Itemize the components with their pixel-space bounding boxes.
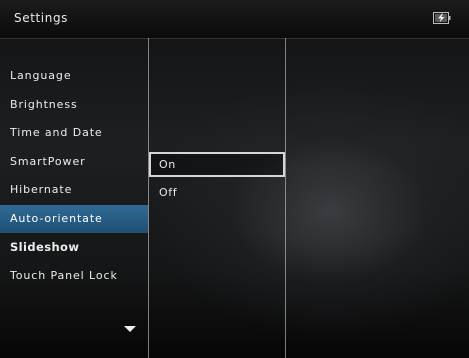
settings-menu: Language Brightness Time and Date SmartP… — [0, 62, 148, 290]
scroll-down-arrow-icon[interactable] — [124, 326, 136, 332]
settings-screen: Settings Language Brightness Time and Da… — [0, 0, 469, 358]
auto-orientate-options: On Off — [149, 152, 285, 208]
menu-item-smartpower[interactable]: SmartPower — [0, 148, 148, 177]
battery-charging-icon — [433, 12, 451, 24]
menu-item-brightness[interactable]: Brightness — [0, 91, 148, 120]
menu-item-time-and-date[interactable]: Time and Date — [0, 119, 148, 148]
option-off[interactable]: Off — [149, 180, 285, 205]
option-on[interactable]: On — [149, 152, 285, 177]
title-bar: Settings — [0, 0, 469, 39]
menu-item-language[interactable]: Language — [0, 62, 148, 91]
menu-item-auto-orientate[interactable]: Auto-orientate — [0, 204, 148, 233]
column-divider-right — [285, 38, 286, 358]
page-title: Settings — [14, 11, 69, 25]
menu-item-slideshow[interactable]: Slideshow — [0, 233, 148, 262]
menu-item-touch-panel-lock[interactable]: Touch Panel Lock — [0, 262, 148, 291]
menu-item-hibernate[interactable]: Hibernate — [0, 176, 148, 205]
